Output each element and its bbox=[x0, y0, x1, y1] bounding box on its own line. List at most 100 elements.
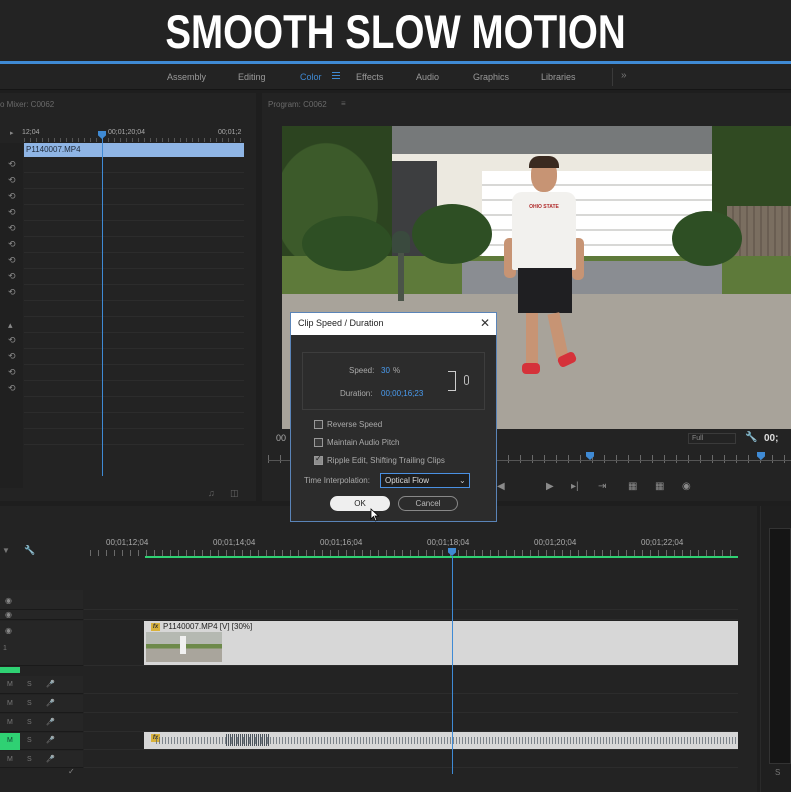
timeline-wrench-icon[interactable]: 🔧 bbox=[24, 545, 35, 556]
mixer-clip[interactable]: P1140007.MP4 bbox=[24, 143, 244, 157]
reset-icon[interactable]: ⟲ bbox=[8, 192, 16, 201]
reverse-speed-checkbox[interactable] bbox=[314, 420, 323, 429]
microphone-icon[interactable]: 🎤 bbox=[46, 680, 55, 688]
tab-audio[interactable]: Audio bbox=[416, 64, 439, 90]
go-to-out-icon[interactable]: ⇥ bbox=[598, 481, 606, 492]
program-timecode-in[interactable]: 00 bbox=[276, 433, 286, 443]
solo-button[interactable]: S bbox=[27, 681, 32, 688]
reset-icon[interactable]: ⟲ bbox=[8, 272, 16, 281]
lift-icon[interactable]: ▦ bbox=[628, 481, 637, 492]
tab-editing[interactable]: Editing bbox=[238, 64, 266, 90]
eye-icon[interactable]: ◉ bbox=[5, 596, 12, 605]
reset-icon[interactable]: ⟲ bbox=[8, 224, 16, 233]
speed-unit: % bbox=[393, 366, 401, 375]
speed-value[interactable]: 30 bbox=[381, 366, 390, 375]
tab-assembly[interactable]: Assembly bbox=[167, 64, 206, 90]
reset-icon[interactable]: ⟲ bbox=[8, 160, 16, 169]
program-panel-title[interactable]: Program: C0062 bbox=[268, 100, 327, 109]
audio-waveform-peak bbox=[226, 734, 270, 746]
mixer-panel-title[interactable]: o Mixer: C0062 bbox=[0, 100, 54, 109]
microphone-icon[interactable]: 🎤 bbox=[46, 755, 55, 763]
mixer-playhead-line bbox=[102, 138, 103, 476]
shoe bbox=[522, 363, 540, 374]
microphone-icon[interactable]: 🎤 bbox=[46, 718, 55, 726]
tab-effects[interactable]: Effects bbox=[356, 64, 383, 90]
export-icon[interactable]: ♫ bbox=[208, 488, 215, 498]
marker-icon[interactable]: ▼ bbox=[2, 546, 10, 555]
track-target-indicator[interactable] bbox=[0, 667, 20, 673]
mute-button[interactable]: M bbox=[7, 756, 13, 763]
tab-graphics[interactable]: Graphics bbox=[473, 64, 509, 90]
play-button-icon[interactable]: ▶ bbox=[546, 481, 554, 492]
audio-meter bbox=[769, 528, 791, 764]
speed-label: Speed: bbox=[349, 366, 375, 375]
step-back-icon[interactable]: ◀ bbox=[497, 481, 505, 492]
mixer-rows bbox=[24, 157, 244, 447]
mute-button[interactable]: M bbox=[7, 737, 13, 744]
close-icon[interactable]: ✕ bbox=[480, 316, 490, 330]
play-toggle-icon[interactable]: ▸ bbox=[10, 129, 14, 137]
collapse-icon[interactable]: ▴ bbox=[8, 321, 13, 330]
solo-meter-button[interactable]: S bbox=[775, 768, 780, 777]
reset-icon[interactable]: ⟲ bbox=[8, 240, 16, 249]
duration-value[interactable]: 00;00;16;23 bbox=[381, 389, 423, 398]
reset-icon[interactable]: ⟲ bbox=[8, 208, 16, 217]
workspace-menu-icon[interactable] bbox=[332, 70, 341, 82]
track-a2[interactable] bbox=[84, 695, 738, 713]
solo-button[interactable]: S bbox=[27, 719, 32, 726]
reset-icon[interactable]: ⟲ bbox=[8, 256, 16, 265]
workspace-bar bbox=[0, 64, 791, 90]
reset-icon[interactable]: ⟲ bbox=[8, 352, 16, 361]
workspace-separator bbox=[612, 68, 613, 86]
maintain-audio-pitch-checkbox[interactable] bbox=[314, 438, 323, 447]
link-icon[interactable] bbox=[464, 375, 469, 385]
tab-color[interactable]: Color bbox=[300, 64, 322, 90]
extract-icon[interactable]: ▦ bbox=[655, 481, 664, 492]
fit-select[interactable]: Full bbox=[688, 433, 736, 444]
time-interpolation-select[interactable]: Optical Flow bbox=[380, 473, 470, 488]
clip-speed-dialog bbox=[290, 312, 497, 522]
banner-title: SMOOTH SLOW MOTION bbox=[165, 5, 626, 58]
thumbnail-person bbox=[180, 636, 186, 654]
wrench-icon[interactable]: 🔧 bbox=[745, 432, 757, 443]
mute-button[interactable]: M bbox=[7, 719, 13, 726]
reset-icon[interactable]: ⟲ bbox=[8, 384, 16, 393]
reset-icon[interactable]: ⟲ bbox=[8, 336, 16, 345]
eye-icon[interactable]: ◉ bbox=[5, 626, 12, 635]
track-a1[interactable] bbox=[84, 676, 738, 694]
cancel-button[interactable]: Cancel bbox=[398, 496, 458, 511]
reset-icon[interactable]: ⟲ bbox=[8, 288, 16, 297]
track-header-v2[interactable] bbox=[0, 610, 83, 620]
track-v3[interactable] bbox=[84, 590, 738, 610]
track-a5[interactable] bbox=[84, 751, 738, 768]
video-clip-label: P1140007.MP4 [V] [30%] bbox=[163, 622, 253, 631]
resize-handle-icon[interactable]: ✓ bbox=[68, 767, 75, 776]
timeline-playhead-line[interactable] bbox=[452, 556, 453, 774]
step-forward-icon[interactable]: ▸| bbox=[571, 481, 579, 492]
microphone-icon[interactable]: 🎤 bbox=[46, 699, 55, 707]
reset-icon[interactable]: ⟲ bbox=[8, 368, 16, 377]
mute-button[interactable]: M bbox=[7, 700, 13, 707]
track-v2[interactable] bbox=[84, 610, 738, 620]
reset-icon[interactable]: ⟲ bbox=[8, 176, 16, 185]
mute-button[interactable]: M bbox=[7, 681, 13, 688]
track-header-v1[interactable] bbox=[0, 621, 83, 666]
timeline-timecode: 00;01;22;04 bbox=[641, 538, 684, 547]
solo-button[interactable]: S bbox=[27, 737, 32, 744]
camera-icon[interactable]: ◉ bbox=[682, 481, 691, 492]
solo-button[interactable]: S bbox=[27, 756, 32, 763]
ripple-edit-checkbox[interactable] bbox=[314, 454, 323, 465]
chevron-down-icon[interactable]: ⌄ bbox=[459, 473, 466, 488]
track-header-v3[interactable] bbox=[0, 590, 83, 610]
mixer-timecode: 00;01;2 bbox=[218, 129, 242, 136]
solo-button[interactable]: S bbox=[27, 700, 32, 707]
ok-button[interactable]: OK bbox=[330, 496, 390, 511]
tab-libraries[interactable]: Libraries bbox=[541, 64, 576, 90]
track-a3[interactable] bbox=[84, 714, 738, 732]
eye-icon[interactable]: ◉ bbox=[5, 610, 12, 619]
settings-icon[interactable]: ◫ bbox=[230, 488, 239, 499]
more-workspaces-icon[interactable]: » bbox=[621, 64, 627, 90]
timeline-timecode: 00;01;20;04 bbox=[534, 538, 577, 547]
panel-menu-icon[interactable]: ≡ bbox=[341, 99, 346, 108]
microphone-icon[interactable]: 🎤 bbox=[46, 736, 55, 744]
